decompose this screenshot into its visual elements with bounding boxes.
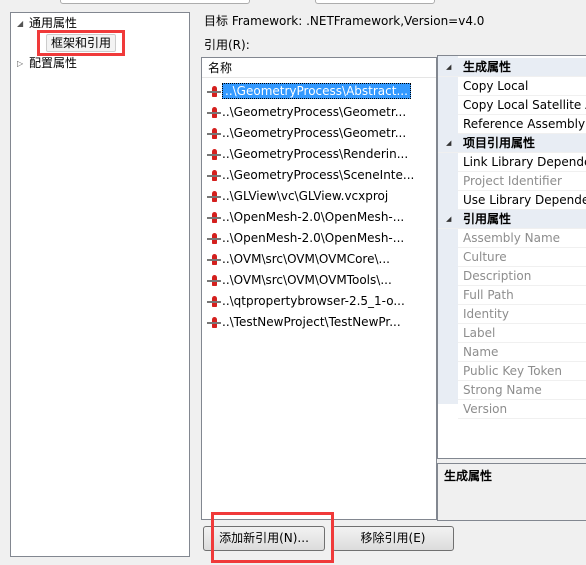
reference-path: ..\GLView\vc\GLView.vcxproj: [222, 189, 389, 203]
property-category[interactable]: ◢ 生成属性: [438, 58, 586, 77]
property-row[interactable]: Strong Name: [458, 381, 586, 400]
column-header-label: 名称: [208, 61, 233, 75]
reference-row[interactable]: ..\OVM\src\OVM\OVMCore\...: [206, 249, 390, 269]
property-grid[interactable]: ◢ 生成属性 Copy LocalCopy Local Satellite Asse…: [437, 55, 586, 459]
top-control-right: [315, 0, 435, 4]
reference-path: ..\OVM\src\OVM\OVMCore\...: [222, 252, 390, 266]
expanded-triangle-icon[interactable]: ◢: [446, 210, 451, 229]
property-row[interactable]: Identity: [458, 305, 586, 324]
property-description: 生成属性: [437, 463, 586, 521]
property-row[interactable]: Reference Assembly Output: [458, 115, 586, 134]
reference-row[interactable]: ..\GeometryProcess\Renderin...: [206, 144, 408, 164]
description-title: 生成属性: [444, 469, 493, 483]
reference-row[interactable]: ..\OpenMesh-2.0\OpenMesh-...: [206, 207, 404, 227]
property-row[interactable]: Link Library Dependencies: [458, 153, 586, 172]
reference-icon: [206, 169, 222, 183]
property-row[interactable]: Public Key Token: [458, 362, 586, 381]
reference-icon: [206, 316, 222, 330]
highlight-box: [37, 30, 125, 56]
reference-row[interactable]: ..\GeometryProcess\Geometr...: [206, 102, 406, 122]
property-row[interactable]: Full Path: [458, 286, 586, 305]
property-row[interactable]: Copy Local Satellite Assemblies: [458, 96, 586, 115]
reference-row[interactable]: ..\GeometryProcess\SceneInte...: [206, 165, 414, 185]
property-category[interactable]: ◢ 引用属性: [438, 210, 586, 229]
reference-icon: [206, 85, 222, 99]
expanded-triangle-icon[interactable]: ◢: [446, 58, 451, 77]
reference-row[interactable]: ..\OpenMesh-2.0\OpenMesh-...: [206, 228, 404, 248]
reference-path: ..\GeometryProcess\Geometr...: [222, 105, 407, 119]
tree-item-configuration[interactable]: 配置属性: [29, 55, 77, 73]
property-row[interactable]: Culture: [458, 248, 586, 267]
reference-icon: [206, 274, 222, 288]
reference-path: ..\GeometryProcess\SceneInte...: [222, 168, 415, 182]
category-label: 项目引用属性: [463, 136, 536, 150]
reference-icon: [206, 106, 222, 120]
reference-path: ..\GeometryProcess\Abstract...: [222, 83, 411, 99]
reference-path: ..\OVM\src\OVM\OVMTools\...: [222, 273, 392, 287]
highlight-box: [211, 512, 334, 563]
property-row[interactable]: Use Library Dependency Inputs: [458, 191, 586, 210]
remove-reference-button[interactable]: 移除引用(E): [332, 526, 454, 551]
reference-icon: [206, 295, 222, 309]
expanded-triangle-icon[interactable]: ◢: [446, 134, 451, 153]
property-row[interactable]: Version: [458, 400, 586, 419]
property-row[interactable]: Description: [458, 267, 586, 286]
reference-icon: [206, 148, 222, 162]
target-framework-label: 目标 Framework: .NETFramework,Version=v4.0: [204, 14, 485, 28]
reference-path: ..\OpenMesh-2.0\OpenMesh-...: [222, 231, 405, 245]
property-category[interactable]: ◢ 项目引用属性: [438, 134, 586, 153]
property-row[interactable]: Project Identifier: [458, 172, 586, 191]
reference-path: ..\qtpropertybrowser-2.5_1-o...: [222, 294, 405, 308]
category-label: 引用属性: [463, 212, 512, 226]
property-row[interactable]: Name: [458, 343, 586, 362]
reference-icon: [206, 253, 222, 267]
property-row[interactable]: Label: [458, 324, 586, 343]
collapsed-triangle-icon[interactable]: ▷: [17, 59, 23, 68]
reference-path: ..\GeometryProcess\Renderin...: [222, 147, 409, 161]
column-header-name[interactable]: 名称: [202, 58, 436, 78]
reference-row[interactable]: ..\TestNewProject\TestNewPr...: [206, 312, 401, 332]
reference-row[interactable]: ..\GeometryProcess\Geometr...: [206, 123, 406, 143]
property-grid-gutter: [438, 56, 458, 404]
reference-row[interactable]: ..\GeometryProcess\Abstract...: [206, 81, 411, 101]
references-list[interactable]: 名称 ..\GeometryProcess\Abstract... ..\Geom…: [201, 57, 437, 520]
category-label: 生成属性: [463, 60, 512, 74]
reference-path: ..\OpenMesh-2.0\OpenMesh-...: [222, 210, 405, 224]
property-row[interactable]: Assembly Name: [458, 229, 586, 248]
expanded-triangle-icon[interactable]: ◢: [17, 19, 23, 28]
property-row[interactable]: Copy Local: [458, 77, 586, 96]
reference-icon: [206, 127, 222, 141]
reference-path: ..\TestNewProject\TestNewPr...: [222, 315, 401, 329]
reference-icon: [206, 190, 222, 204]
top-control-left: [60, 0, 250, 4]
reference-row[interactable]: ..\qtpropertybrowser-2.5_1-o...: [206, 291, 405, 311]
reference-icon: [206, 211, 222, 225]
reference-path: ..\GeometryProcess\Geometr...: [222, 126, 407, 140]
settings-tree[interactable]: ◢ 通用属性 框架和引用 ▷ 配置属性: [10, 12, 190, 557]
references-label: 引用(R):: [204, 38, 250, 52]
reference-row[interactable]: ..\OVM\src\OVM\OVMTools\...: [206, 270, 392, 290]
reference-icon: [206, 232, 222, 246]
reference-row[interactable]: ..\GLView\vc\GLView.vcxproj: [206, 186, 388, 206]
